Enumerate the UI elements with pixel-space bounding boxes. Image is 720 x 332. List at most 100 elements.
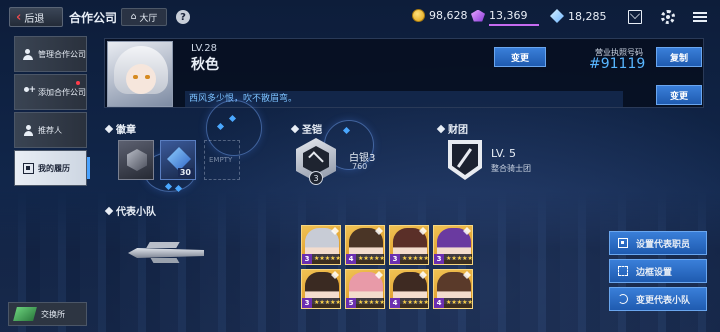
hall-label: 大厅 [139,13,158,24]
change-name-button[interactable]: 变更 [494,47,546,67]
member-rank: 3 [434,254,444,264]
blue-crystal-counter[interactable]: 18,285 [550,9,607,23]
member-rank: 4 [390,298,400,308]
crystal-underline [489,24,539,26]
sidebar-item-resume[interactable]: 我的履历 [14,150,90,186]
sidebar: 管理合作公司 添加合作公司 推荐人 我的履历 [14,36,90,188]
purple-crystal-value: 13,369 [489,9,528,22]
frame-label: 边框设置 [636,267,673,278]
team-member-card[interactable]: 3★★★★★★ [389,225,429,265]
sidebar-item-referral[interactable]: 推荐人 [14,112,87,148]
sidebar-item-label: 添加合作公司 [38,87,86,97]
team-member-card[interactable]: 3★★★★★★ [433,225,473,265]
badge-slot-empty[interactable]: EMPTY [204,140,240,180]
top-bar: ‹ 后退 合作公司 ⌂ 大厅 ? 98,628 13,369 18,285 [0,0,720,34]
team-member-card[interactable]: 4★★★★★★ [433,269,473,309]
team-member-card[interactable]: 4★★★★★★ [345,225,385,265]
blue-crystal-value: 18,285 [568,9,607,23]
empty-label: EMPTY [209,156,233,164]
badges-title-text: 徽章 [116,125,136,136]
back-button[interactable]: ‹ 后退 [9,7,63,27]
exchange-icon [13,307,37,321]
gear-icon[interactable] [661,10,675,24]
team-section-title: 代表小队 [104,203,156,218]
help-icon[interactable]: ? [176,10,190,24]
sidebar-item-label: 管理合作公司 [38,49,86,59]
home-icon: ⌂ [130,12,137,22]
member-rank: 5 [346,298,356,308]
license-number: #91119 [589,56,646,72]
armor-section-title: 圣铠 [290,121,322,136]
badge-slot-1[interactable] [118,140,154,180]
mail-icon[interactable] [628,10,642,24]
referral-icon [23,124,34,136]
player-name: 秋色 [191,57,219,73]
player-level: LV.28 [191,43,217,54]
armor-score: 760 [352,162,368,171]
sidebar-item-add[interactable]: 添加合作公司 [14,74,87,110]
member-stars: ★★★★★★ [444,298,472,308]
sidebar-item-label: 推荐人 [38,125,62,135]
purple-crystal-counter[interactable]: 13,369 [471,9,528,22]
copy-button[interactable]: 复制 [656,47,702,67]
armor-level: 3 [309,171,323,185]
sidebar-item-manage[interactable]: 管理合作公司 [14,36,87,72]
sidebar-item-label: 我的履历 [38,163,70,173]
guild-section-title: 财团 [436,121,468,136]
member-stars: ★★★★★★ [312,298,340,308]
menu-icon[interactable] [693,10,707,24]
team-member-card[interactable]: 5★★★★★★ [345,269,385,309]
avatar[interactable] [107,41,173,107]
member-stars: ★★★★★★ [356,254,384,264]
guild-name: 整合骑士团 [491,164,531,173]
users-icon [23,48,34,60]
armor-title-text: 圣铠 [302,125,322,136]
profile-card: LV.28 秋色 西风多少恨，吹不散眉弯。 变更 营业执照号码 #91119 复… [104,38,704,108]
member-stars: ★★★★★★ [400,298,428,308]
member-rank: 3 [302,254,312,264]
change-team-label: 变更代表小队 [636,295,691,306]
coin-icon [412,9,425,22]
diamond-icon [436,124,446,133]
ship-icon [118,240,208,266]
badge-count: 30 [177,168,193,177]
coin-counter[interactable]: 98,628 [412,9,468,22]
badge-slot-2[interactable]: 30 [160,140,196,180]
team-member-card[interactable]: 3★★★★★★ [301,269,341,309]
team-title-text: 代表小队 [116,207,156,218]
badges-section-title: 徽章 [104,121,136,136]
member-stars: ★★★★★★ [356,298,384,308]
member-stars: ★★★★★★ [312,254,340,264]
resume-icon [23,162,34,174]
swap-icon [618,294,628,304]
back-label: 后退 [24,13,45,25]
diamond-icon [104,206,114,215]
page-title: 合作公司 [69,11,118,25]
change-motto-button[interactable]: 变更 [656,85,702,105]
member-rank: 3 [390,254,400,264]
member-rank: 3 [302,298,312,308]
member-stars: ★★★★★★ [444,254,472,264]
guild-title-text: 财团 [448,125,468,136]
exchange-button[interactable]: 交换所 [8,302,87,326]
add-user-icon [23,85,36,98]
set-representative-button[interactable]: 设置代表职员 [609,231,707,255]
blue-crystal-icon [550,9,564,23]
member-stars: ★★★★★★ [400,254,428,264]
team-member-card[interactable]: 4★★★★★★ [389,269,429,309]
diamond-icon [104,124,114,133]
notification-dot [76,81,80,85]
change-team-button[interactable]: 变更代表小队 [609,287,707,311]
coin-value: 98,628 [429,9,468,22]
hall-button[interactable]: ⌂ 大厅 [121,8,167,26]
frame-settings-button[interactable]: 边框设置 [609,259,707,283]
set-rep-label: 设置代表职员 [636,239,691,250]
frame-icon [618,266,628,276]
guild-level: LV. 5 [491,147,517,160]
id-card-icon [618,238,628,248]
chevron-left-icon: ‹ [16,9,22,25]
member-rank: 4 [434,298,444,308]
exchange-label: 交换所 [41,309,65,319]
diamond-icon [290,124,300,133]
team-member-card[interactable]: 3★★★★★★ [301,225,341,265]
